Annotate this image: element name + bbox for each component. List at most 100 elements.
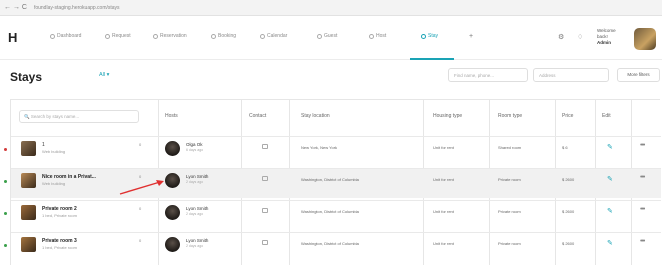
stay-thumbnail[interactable]: [21, 141, 36, 156]
host-name[interactable]: Olga Ok: [186, 142, 203, 147]
more-filters-button[interactable]: More filters: [617, 68, 660, 82]
stay-icon: [421, 33, 426, 39]
host-search-input[interactable]: Find name, phone...: [448, 68, 528, 82]
column-header-hosts[interactable]: Hosts: [165, 113, 178, 119]
room-type: Private room: [498, 177, 521, 182]
status-dot: [4, 244, 7, 247]
welcome-line: Admin: [597, 40, 611, 45]
price: $ 2600: [562, 241, 575, 246]
tab-label: Reservation: [160, 33, 187, 39]
status-dot: [4, 148, 7, 151]
housing-type: Unit for rent: [433, 177, 454, 182]
edit-pencil-icon[interactable]: ✎: [607, 175, 613, 183]
column-header-housing-type[interactable]: Housing type: [433, 113, 462, 119]
column-header-edit[interactable]: Edit: [602, 113, 611, 119]
host-avatar[interactable]: [165, 237, 180, 252]
table-row[interactable]: 1 Web building 0 Olga Ok 6 days ago New York,…: [4, 136, 661, 166]
stay-name[interactable]: Nice room in a Privat...: [42, 174, 96, 180]
tab-host[interactable]: Host: [369, 33, 386, 39]
column-header-contact[interactable]: Contact: [249, 113, 266, 119]
stay-subtitle: Web building: [42, 181, 66, 186]
welcome-text: Welcome back! Admin: [597, 28, 616, 46]
message-icon[interactable]: [262, 176, 268, 181]
stay-name[interactable]: Private room 2: [42, 206, 77, 212]
address-input[interactable]: Address: [533, 68, 609, 82]
stay-thumbnail[interactable]: [21, 205, 36, 220]
stay-count: 0: [139, 206, 142, 211]
tab-calendar[interactable]: Calendar: [260, 33, 287, 39]
housing-type: Unit for rent: [433, 145, 454, 150]
tab-stay[interactable]: Stay: [421, 33, 438, 39]
booking-icon: [211, 33, 216, 39]
room-type: Private room: [498, 241, 521, 246]
edit-pencil-icon[interactable]: ✎: [607, 207, 613, 215]
column-header-stay-location[interactable]: Stay location: [301, 113, 330, 119]
tab-dashboard[interactable]: Dashboard: [50, 33, 81, 39]
housing-type: Unit for rent: [433, 209, 454, 214]
host-name[interactable]: Lyon Smith: [186, 174, 208, 179]
message-icon[interactable]: [262, 208, 268, 213]
host-avatar[interactable]: [165, 141, 180, 156]
top-navigation: H Dashboard Request Reservation Booking …: [0, 16, 662, 60]
add-tab-button[interactable]: +: [469, 33, 473, 40]
tab-label: Booking: [218, 33, 237, 39]
tab-guest[interactable]: Guest: [317, 33, 337, 39]
notification-bell-icon[interactable]: ♢: [577, 33, 583, 41]
address-bar[interactable]: foundlay-staging.herokuapp.com/stays: [34, 5, 120, 11]
stay-count: 0: [139, 142, 142, 147]
message-icon[interactable]: [262, 240, 268, 245]
more-options-icon[interactable]: •••: [640, 238, 645, 245]
price: $ 2600: [562, 209, 575, 214]
user-avatar[interactable]: [634, 28, 656, 50]
stays-table: 🔍 Search by stays name... Hosts Contact …: [4, 99, 661, 265]
table-row[interactable]: Private room 21 bed, Private room 0 Lyon S…: [4, 200, 661, 230]
column-header-price[interactable]: Price: [562, 113, 573, 119]
table-row[interactable]: Private room 31 bed, Private room 0 Lyon S…: [4, 232, 661, 262]
column-header-room-type[interactable]: Room type: [498, 113, 522, 119]
more-options-icon[interactable]: •••: [640, 174, 645, 181]
host-name[interactable]: Lyon Smith: [186, 238, 208, 243]
host-timestamp: 6 days ago: [186, 148, 204, 152]
price: $ 6: [562, 145, 568, 150]
stay-location: Washington, District of Columbia: [301, 177, 359, 182]
reservation-icon: [153, 33, 158, 39]
stay-location: New York, New York: [301, 145, 338, 150]
edit-pencil-icon[interactable]: ✎: [607, 143, 613, 151]
tab-label: Host: [376, 33, 387, 39]
host-timestamp: 2 days ago: [186, 244, 204, 248]
host-icon: [369, 33, 374, 39]
message-icon[interactable]: [262, 144, 268, 149]
settings-icon[interactable]: ⚙: [558, 33, 564, 41]
calendar-icon: [260, 33, 265, 39]
host-timestamp: 2 days ago: [186, 180, 204, 184]
stays-search-input[interactable]: 🔍 Search by stays name...: [19, 110, 139, 123]
host-avatar[interactable]: [165, 205, 180, 220]
host-timestamp: 2 days ago: [186, 212, 204, 216]
more-options-icon[interactable]: •••: [640, 206, 645, 213]
status-dot: [4, 212, 7, 215]
stay-thumbnail[interactable]: [21, 173, 36, 188]
annotation-arrow: [119, 180, 164, 195]
tab-reservation[interactable]: Reservation: [153, 33, 187, 39]
app-logo[interactable]: H: [8, 30, 17, 45]
tab-label: Stay: [428, 33, 439, 39]
host-name[interactable]: Lyon Smith: [186, 206, 208, 211]
tab-label: Calendar: [267, 33, 288, 39]
stay-name[interactable]: Private room 3: [42, 238, 77, 244]
edit-pencil-icon[interactable]: ✎: [607, 239, 613, 247]
table-row[interactable]: Nice room in a Privat... Web building 0 Lyo…: [4, 168, 661, 198]
host-avatar[interactable]: [165, 173, 180, 188]
stay-subtitle: 1 bed, Private room: [42, 245, 77, 250]
filter-dropdown[interactable]: All ▾: [99, 72, 109, 78]
more-options-icon[interactable]: •••: [640, 142, 645, 149]
status-dot: [4, 180, 7, 183]
browser-nav-buttons[interactable]: ← → C: [4, 4, 27, 11]
page-title: Stays: [10, 70, 43, 84]
stay-thumbnail[interactable]: [21, 237, 36, 252]
tab-booking[interactable]: Booking: [211, 33, 236, 39]
tab-label: Request: [112, 33, 131, 39]
browser-bar: ← → C foundlay-staging.herokuapp.com/sta…: [0, 0, 662, 16]
tab-request[interactable]: Request: [105, 33, 131, 39]
dashboard-icon: [50, 33, 55, 39]
stay-name[interactable]: 1: [42, 142, 45, 148]
